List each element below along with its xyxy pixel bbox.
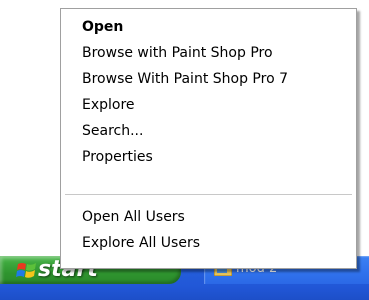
menu-item-browse-psp7[interactable]: Browse With Paint Shop Pro 7 <box>82 68 288 90</box>
menu-item-explore[interactable]: Explore <box>82 94 135 116</box>
menu-item-search[interactable]: Search... <box>82 120 143 142</box>
menu-item-open[interactable]: Open <box>82 16 123 38</box>
windows-logo-icon <box>16 263 36 278</box>
menu-item-open-all-users[interactable]: Open All Users <box>82 206 185 228</box>
menu-item-properties[interactable]: Properties <box>82 146 153 168</box>
menu-separator <box>65 194 352 195</box>
menu-item-browse-psp[interactable]: Browse with Paint Shop Pro <box>82 42 273 64</box>
menu-item-explore-all-users[interactable]: Explore All Users <box>82 232 200 254</box>
context-menu: Open Browse with Paint Shop Pro Browse W… <box>60 8 357 269</box>
